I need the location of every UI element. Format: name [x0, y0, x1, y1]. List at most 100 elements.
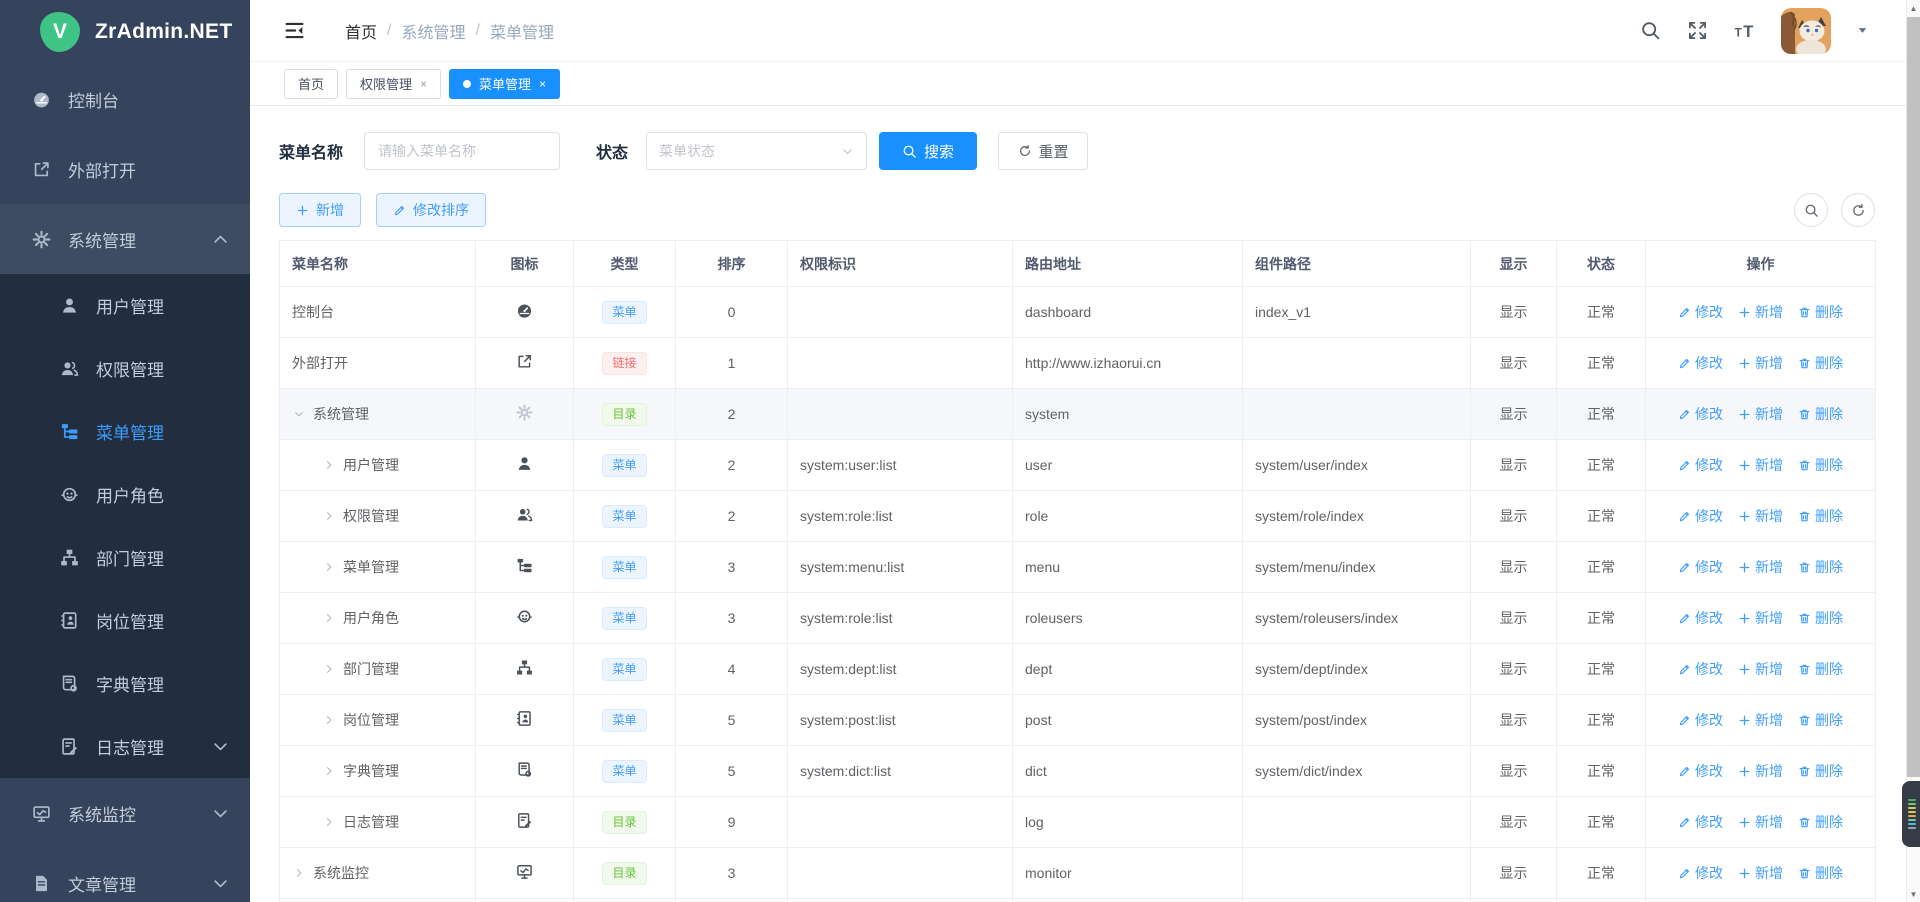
- breadcrumb-item[interactable]: 首页: [345, 19, 377, 43]
- tab-menu-mgmt[interactable]: 菜单管理×: [449, 69, 560, 99]
- scrollbar-thumb[interactable]: [1907, 17, 1920, 777]
- row-add-link[interactable]: 新增: [1738, 506, 1783, 526]
- add-button[interactable]: 新增: [279, 193, 361, 227]
- collapse-arrow-icon[interactable]: [322, 612, 335, 624]
- row-edit-link[interactable]: 修改: [1678, 353, 1723, 373]
- cell-perms: system:user:list: [788, 440, 1013, 491]
- collapse-arrow-icon[interactable]: [322, 510, 335, 522]
- row-edit-link[interactable]: 修改: [1678, 710, 1723, 730]
- menu-name-input[interactable]: [364, 132, 560, 170]
- collapse-arrow-icon[interactable]: [292, 867, 305, 879]
- cell-perms: [788, 389, 1013, 440]
- row-add-link[interactable]: 新增: [1738, 608, 1783, 628]
- row-edit-link[interactable]: 修改: [1678, 608, 1723, 628]
- tab-home[interactable]: 首页: [284, 69, 338, 99]
- row-delete-link[interactable]: 删除: [1798, 302, 1843, 322]
- row-delete-link[interactable]: 删除: [1798, 761, 1843, 781]
- scrollbar-up-arrow[interactable]: ▲: [1907, 0, 1920, 16]
- chevron-down-icon: [211, 804, 230, 823]
- fullscreen-icon[interactable]: [1687, 20, 1708, 41]
- row-add-link[interactable]: 新增: [1738, 302, 1783, 322]
- row-delete-link[interactable]: 删除: [1798, 710, 1843, 730]
- row-delete-link[interactable]: 删除: [1798, 353, 1843, 373]
- row-delete-link[interactable]: 删除: [1798, 557, 1843, 577]
- app-logo[interactable]: V ZrAdmin.NET: [0, 0, 250, 64]
- sidebar-item-dict[interactable]: 字典管理: [0, 652, 250, 715]
- row-delete-link[interactable]: 删除: [1798, 812, 1843, 832]
- row-edit-link[interactable]: 修改: [1678, 812, 1723, 832]
- sidebar-item-dept[interactable]: 部门管理: [0, 526, 250, 589]
- search-button[interactable]: 搜索: [879, 132, 977, 170]
- sidebar-item-role[interactable]: 权限管理: [0, 337, 250, 400]
- row-delete-link[interactable]: 删除: [1798, 455, 1843, 475]
- sidebar-item-user[interactable]: 用户管理: [0, 274, 250, 337]
- collapse-arrow-icon[interactable]: [322, 459, 335, 471]
- row-edit-link[interactable]: 修改: [1678, 404, 1723, 424]
- row-delete-link[interactable]: 删除: [1798, 659, 1843, 679]
- collapse-arrow-icon[interactable]: [322, 663, 335, 675]
- row-delete-link[interactable]: 删除: [1798, 608, 1843, 628]
- row-add-link[interactable]: 新增: [1738, 557, 1783, 577]
- edit-sort-button[interactable]: 修改排序: [376, 193, 486, 227]
- tab-role-mgmt[interactable]: 权限管理×: [346, 69, 441, 99]
- caret-down-icon[interactable]: [1857, 25, 1868, 36]
- cell-icon: [476, 695, 574, 746]
- row-add-link[interactable]: 新增: [1738, 404, 1783, 424]
- type-badge: 菜单: [602, 658, 646, 681]
- row-delete-link[interactable]: 删除: [1798, 506, 1843, 526]
- collapse-arrow-icon[interactable]: [322, 714, 335, 726]
- row-add-link[interactable]: 新增: [1738, 812, 1783, 832]
- sidebar-item-log[interactable]: 日志管理: [0, 715, 250, 778]
- edge-extension-widget[interactable]: [1902, 781, 1920, 847]
- refresh-table-button[interactable]: [1841, 193, 1875, 227]
- tree-icon: [516, 557, 533, 574]
- sidebar-item-label: 外部打开: [68, 157, 230, 182]
- row-add-link[interactable]: 新增: [1738, 659, 1783, 679]
- status-select[interactable]: 菜单状态: [646, 132, 867, 170]
- row-edit-link[interactable]: 修改: [1678, 455, 1723, 475]
- row-add-link[interactable]: 新增: [1738, 455, 1783, 475]
- sidebar-item-article[interactable]: 文章管理: [0, 848, 250, 902]
- search-icon[interactable]: [1640, 20, 1661, 41]
- breadcrumb-item[interactable]: 系统管理: [401, 19, 465, 43]
- menu-name-label: 菜单名称: [279, 139, 343, 163]
- show-search-button[interactable]: [1794, 193, 1828, 227]
- row-edit-link[interactable]: 修改: [1678, 863, 1723, 883]
- row-edit-link[interactable]: 修改: [1678, 506, 1723, 526]
- avatar[interactable]: [1781, 8, 1831, 54]
- row-edit-link[interactable]: 修改: [1678, 659, 1723, 679]
- sidebar-item-external[interactable]: 外部打开: [0, 134, 250, 204]
- sidebar-item-roleusers[interactable]: 用户角色: [0, 463, 250, 526]
- sidebar-item-post[interactable]: 岗位管理: [0, 589, 250, 652]
- scrollbar-down-arrow[interactable]: ▼: [1907, 886, 1920, 902]
- row-edit-link[interactable]: 修改: [1678, 302, 1723, 322]
- sidebar-item-system[interactable]: 系统管理: [0, 204, 250, 274]
- row-edit-link[interactable]: 修改: [1678, 557, 1723, 577]
- tab-close-icon[interactable]: ×: [420, 77, 427, 91]
- row-add-link[interactable]: 新增: [1738, 353, 1783, 373]
- page-scrollbar[interactable]: ▲ ▼: [1906, 0, 1920, 902]
- menu-fold-icon[interactable]: [284, 20, 305, 41]
- action-label: 删除: [1815, 863, 1843, 883]
- sidebar-item-monitor[interactable]: 系统监控: [0, 778, 250, 848]
- font-size-icon[interactable]: TT: [1734, 20, 1755, 41]
- row-delete-link[interactable]: 删除: [1798, 404, 1843, 424]
- cell-visible: 显示: [1471, 338, 1557, 389]
- cell-component: system/role/index: [1243, 491, 1471, 542]
- row-add-link[interactable]: 新增: [1738, 710, 1783, 730]
- trash-icon: [1798, 663, 1811, 676]
- collapse-arrow-icon[interactable]: [322, 765, 335, 777]
- reset-button[interactable]: 重置: [998, 132, 1088, 170]
- collapse-arrow-icon[interactable]: [322, 561, 335, 573]
- edit-icon: [1678, 510, 1691, 523]
- sidebar-item-dashboard[interactable]: 控制台: [0, 64, 250, 134]
- tab-close-icon[interactable]: ×: [539, 77, 546, 91]
- row-delete-link[interactable]: 删除: [1798, 863, 1843, 883]
- collapse-arrow-icon[interactable]: [322, 816, 335, 828]
- expand-arrow-icon[interactable]: [292, 408, 305, 420]
- row-edit-link[interactable]: 修改: [1678, 761, 1723, 781]
- sidebar-item-menu[interactable]: 菜单管理: [0, 400, 250, 463]
- breadcrumb-item[interactable]: 菜单管理: [490, 19, 554, 43]
- row-add-link[interactable]: 新增: [1738, 761, 1783, 781]
- row-add-link[interactable]: 新增: [1738, 863, 1783, 883]
